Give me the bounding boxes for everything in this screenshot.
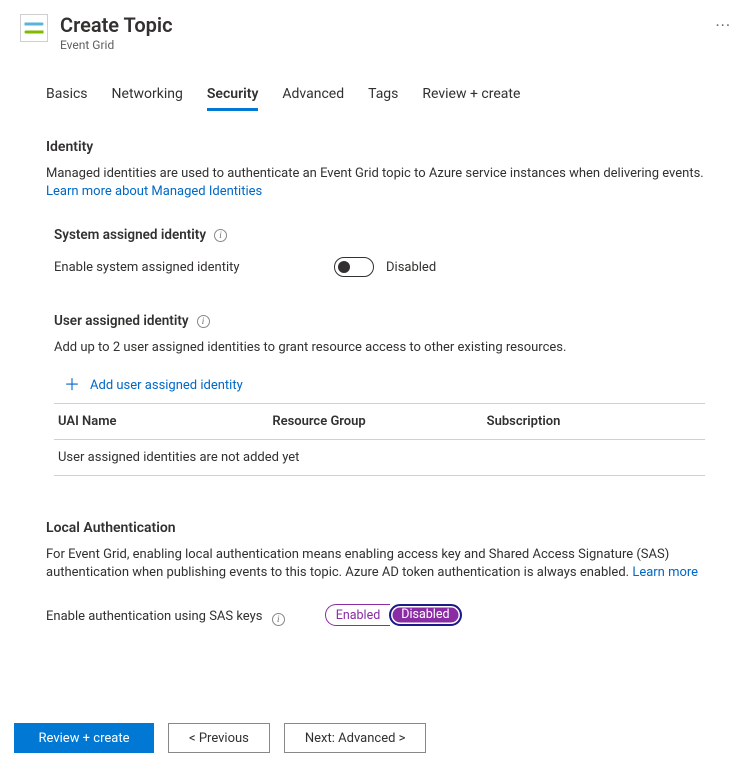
local-auth-label: Enable authentication using SAS keys i — [46, 609, 285, 626]
wizard-tabs: Basics Networking Security Advanced Tags… — [0, 54, 751, 111]
title-block: Create Topic Event Grid — [60, 12, 703, 52]
local-auth-label-text: Enable authentication using SAS keys — [46, 609, 262, 624]
page-subtitle: Event Grid — [60, 38, 703, 52]
sas-keys-segmented: Enabled Disabled — [325, 604, 462, 630]
local-auth-row: Enable authentication using SAS keys i E… — [46, 604, 705, 630]
local-auth-description-text: For Event Grid, enabling local authentic… — [46, 547, 669, 580]
user-identity-heading-row: User assigned identity i — [54, 313, 705, 329]
local-auth-section-title: Local Authentication — [46, 520, 705, 536]
topic-resource-icon — [20, 14, 48, 42]
plus-icon: ＋ — [64, 377, 80, 393]
col-resource-group: Resource Group — [272, 414, 486, 429]
page-root: Create Topic Event Grid ··· Basics Netwo… — [0, 0, 751, 771]
identity-description: Managed identities are used to authentic… — [46, 165, 705, 201]
table-empty-message: User assigned identities are not added y… — [54, 440, 705, 476]
add-user-identity-label: Add user assigned identity — [90, 378, 243, 393]
system-identity-heading-row: System assigned identity i — [54, 227, 705, 243]
col-uai-name: UAI Name — [58, 414, 272, 429]
identity-description-text: Managed identities are used to authentic… — [46, 166, 704, 181]
col-subscription: Subscription — [487, 414, 701, 429]
tab-security[interactable]: Security — [207, 86, 259, 111]
tab-review-create[interactable]: Review + create — [422, 86, 520, 111]
sas-option-enabled[interactable]: Enabled — [325, 604, 391, 626]
info-icon[interactable]: i — [197, 315, 210, 328]
tab-tags[interactable]: Tags — [368, 86, 398, 111]
table-header: UAI Name Resource Group Subscription — [54, 404, 705, 440]
system-identity-heading: System assigned identity — [54, 227, 206, 243]
local-auth-description: For Event Grid, enabling local authentic… — [46, 546, 705, 582]
system-identity-toggle[interactable] — [334, 257, 374, 277]
user-identity-description: Add up to 2 user assigned identities to … — [54, 339, 705, 357]
local-auth-learn-more-link[interactable]: Learn more — [632, 565, 698, 580]
info-icon[interactable]: i — [214, 229, 227, 242]
page-title: Create Topic — [60, 12, 703, 38]
page-header: Create Topic Event Grid ··· — [0, 0, 751, 54]
tab-advanced[interactable]: Advanced — [282, 86, 344, 111]
system-identity-row: Enable system assigned identity Disabled — [54, 257, 705, 277]
review-create-button[interactable]: Review + create — [14, 723, 154, 753]
user-identities-table: UAI Name Resource Group Subscription Use… — [54, 403, 705, 476]
sas-option-disabled[interactable]: Disabled — [389, 604, 461, 626]
user-identity-heading: User assigned identity — [54, 313, 189, 329]
tab-networking[interactable]: Networking — [112, 86, 183, 111]
previous-button[interactable]: < Previous — [168, 723, 270, 753]
more-actions-button[interactable]: ··· — [715, 12, 731, 36]
info-icon[interactable]: i — [272, 613, 285, 626]
system-identity-label: Enable system assigned identity — [54, 260, 334, 275]
identity-section-title: Identity — [46, 139, 705, 155]
system-identity-state: Disabled — [386, 260, 436, 275]
identity-learn-more-link[interactable]: Learn more about Managed Identities — [46, 184, 262, 199]
add-user-identity-button[interactable]: ＋ Add user assigned identity — [64, 377, 705, 393]
wizard-footer: Review + create < Previous Next: Advance… — [14, 723, 426, 753]
form-content: Identity Managed identities are used to … — [0, 139, 751, 630]
system-identity-toggle-wrap: Disabled — [334, 257, 436, 277]
tab-basics[interactable]: Basics — [46, 86, 88, 111]
next-button[interactable]: Next: Advanced > — [284, 723, 427, 753]
